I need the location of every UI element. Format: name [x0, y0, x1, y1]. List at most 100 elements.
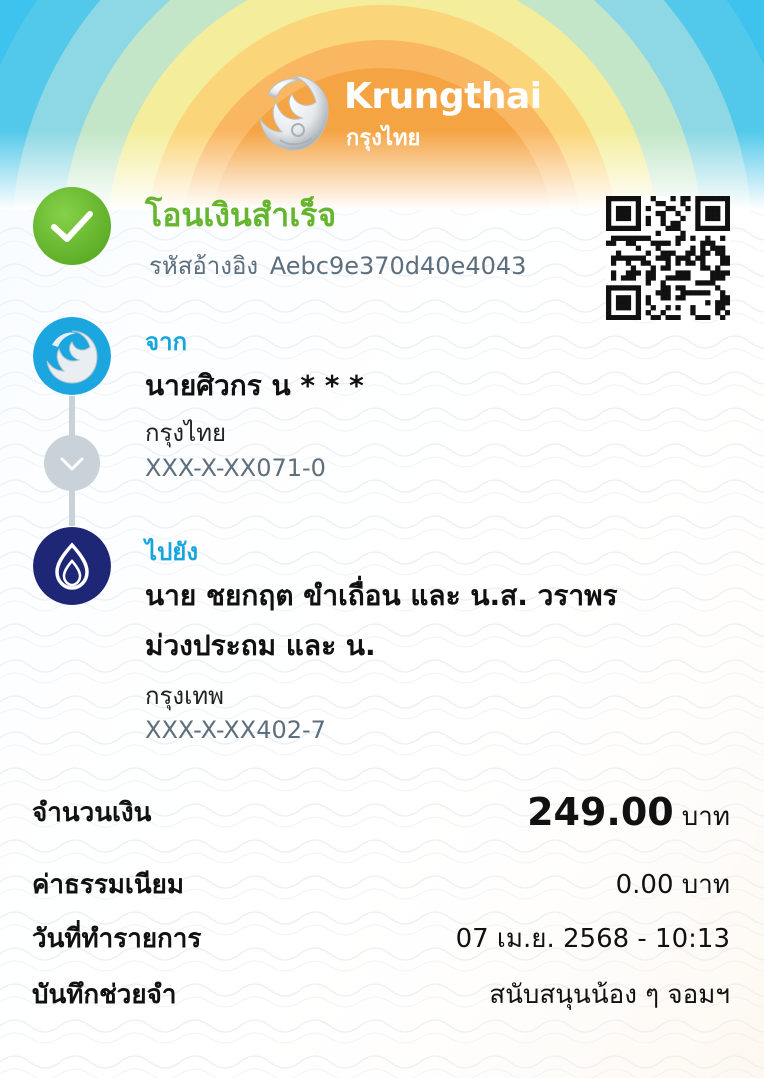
qr-module	[625, 205, 632, 212]
qr-module	[615, 205, 622, 212]
qr-module	[640, 255, 646, 261]
qr-module	[720, 235, 726, 241]
qr-module	[625, 255, 632, 261]
qr-module	[665, 285, 671, 291]
fee-value: 0.00 บาท	[615, 870, 730, 900]
sender-label: จาก	[145, 328, 188, 356]
qr-module	[630, 235, 637, 241]
krungthai-logo-icon	[33, 317, 111, 395]
receiver-account: XXX-X-XX402-7	[145, 716, 326, 744]
qr-module	[680, 200, 686, 207]
receiver-bank: กรุงเทพ	[145, 682, 224, 710]
qr-module	[665, 290, 671, 296]
qr-module	[606, 290, 612, 296]
qr-module	[655, 240, 661, 246]
qr-module	[620, 225, 627, 232]
qr-module	[610, 196, 617, 202]
qr-module	[655, 230, 661, 236]
qr-module	[645, 310, 651, 316]
qr-module	[705, 235, 711, 241]
qr-module	[695, 196, 701, 202]
qr-module	[665, 305, 671, 311]
qr-module	[690, 260, 696, 266]
qr-module	[705, 300, 711, 306]
qr-module	[700, 196, 706, 202]
qr-module	[635, 245, 642, 251]
qr-module	[630, 240, 637, 246]
qr-module	[635, 196, 642, 202]
qr-module	[650, 275, 656, 281]
qr-module	[725, 300, 730, 306]
qr-module	[606, 300, 612, 306]
qr-module	[625, 300, 632, 306]
krungthai-logo: Krungthai กรุงไทย	[254, 72, 542, 162]
qr-module	[635, 205, 642, 212]
qr-module	[645, 295, 651, 301]
qr-module	[705, 205, 711, 212]
qr-module	[630, 275, 637, 281]
qr-module	[705, 265, 711, 271]
qr-module	[710, 225, 716, 232]
qr-module	[725, 225, 730, 232]
qr-module	[720, 225, 726, 232]
qr-module	[630, 225, 637, 232]
qr-module	[645, 250, 651, 256]
qr-module	[660, 215, 666, 222]
qr-module	[725, 210, 730, 217]
qr-module	[645, 280, 651, 286]
qr-module	[610, 235, 617, 241]
qr-module	[680, 285, 686, 291]
qr-module	[715, 196, 721, 202]
qr-module	[720, 250, 726, 256]
date-label: วันที่ทำรายการ	[32, 924, 202, 954]
qr-module	[695, 205, 701, 212]
qr-module	[635, 220, 642, 227]
qr-module	[675, 275, 681, 281]
qr-module	[670, 205, 676, 212]
qr-module	[630, 265, 637, 271]
qr-module	[606, 310, 612, 316]
qr-module	[615, 315, 622, 320]
qr-module	[625, 315, 632, 320]
qr-code-icon[interactable]	[606, 196, 730, 320]
qr-module	[720, 290, 726, 296]
qr-module	[685, 196, 691, 202]
chevron-down-icon	[60, 457, 84, 471]
brand-name-en: Krungthai	[344, 76, 542, 117]
qr-module	[606, 305, 612, 311]
qr-module	[725, 255, 730, 261]
sender-account: XXX-X-XX071-0	[145, 454, 326, 482]
qr-module	[705, 315, 711, 320]
qr-module	[715, 250, 721, 256]
qr-module	[645, 260, 651, 266]
qr-module	[725, 295, 730, 301]
qr-module	[710, 245, 716, 251]
qr-module	[675, 220, 681, 227]
qr-module	[620, 275, 627, 281]
sender-name: นายศิวกร น * * *	[145, 369, 364, 402]
qr-module	[620, 295, 627, 301]
qr-module	[725, 200, 730, 207]
qr-module	[660, 240, 666, 246]
qr-module	[670, 220, 676, 227]
memo-value: สนับสนุนน้อง ๆ จอมฯ	[489, 980, 730, 1010]
qr-module	[670, 196, 676, 202]
qr-module	[715, 225, 721, 232]
qr-module	[620, 285, 627, 291]
qr-module	[665, 315, 671, 320]
qr-module	[635, 315, 642, 320]
qr-module	[660, 255, 666, 261]
qr-module	[665, 205, 671, 212]
qr-module	[645, 270, 651, 276]
qr-module	[710, 215, 716, 222]
qr-module	[665, 225, 671, 232]
qr-module	[610, 260, 617, 266]
qr-module	[685, 270, 691, 276]
qr-module	[655, 200, 661, 207]
qr-module	[695, 215, 701, 222]
qr-module	[615, 225, 622, 232]
qr-module	[665, 255, 671, 261]
qr-module	[715, 205, 721, 212]
qr-module	[630, 315, 637, 320]
qr-module	[645, 215, 651, 222]
